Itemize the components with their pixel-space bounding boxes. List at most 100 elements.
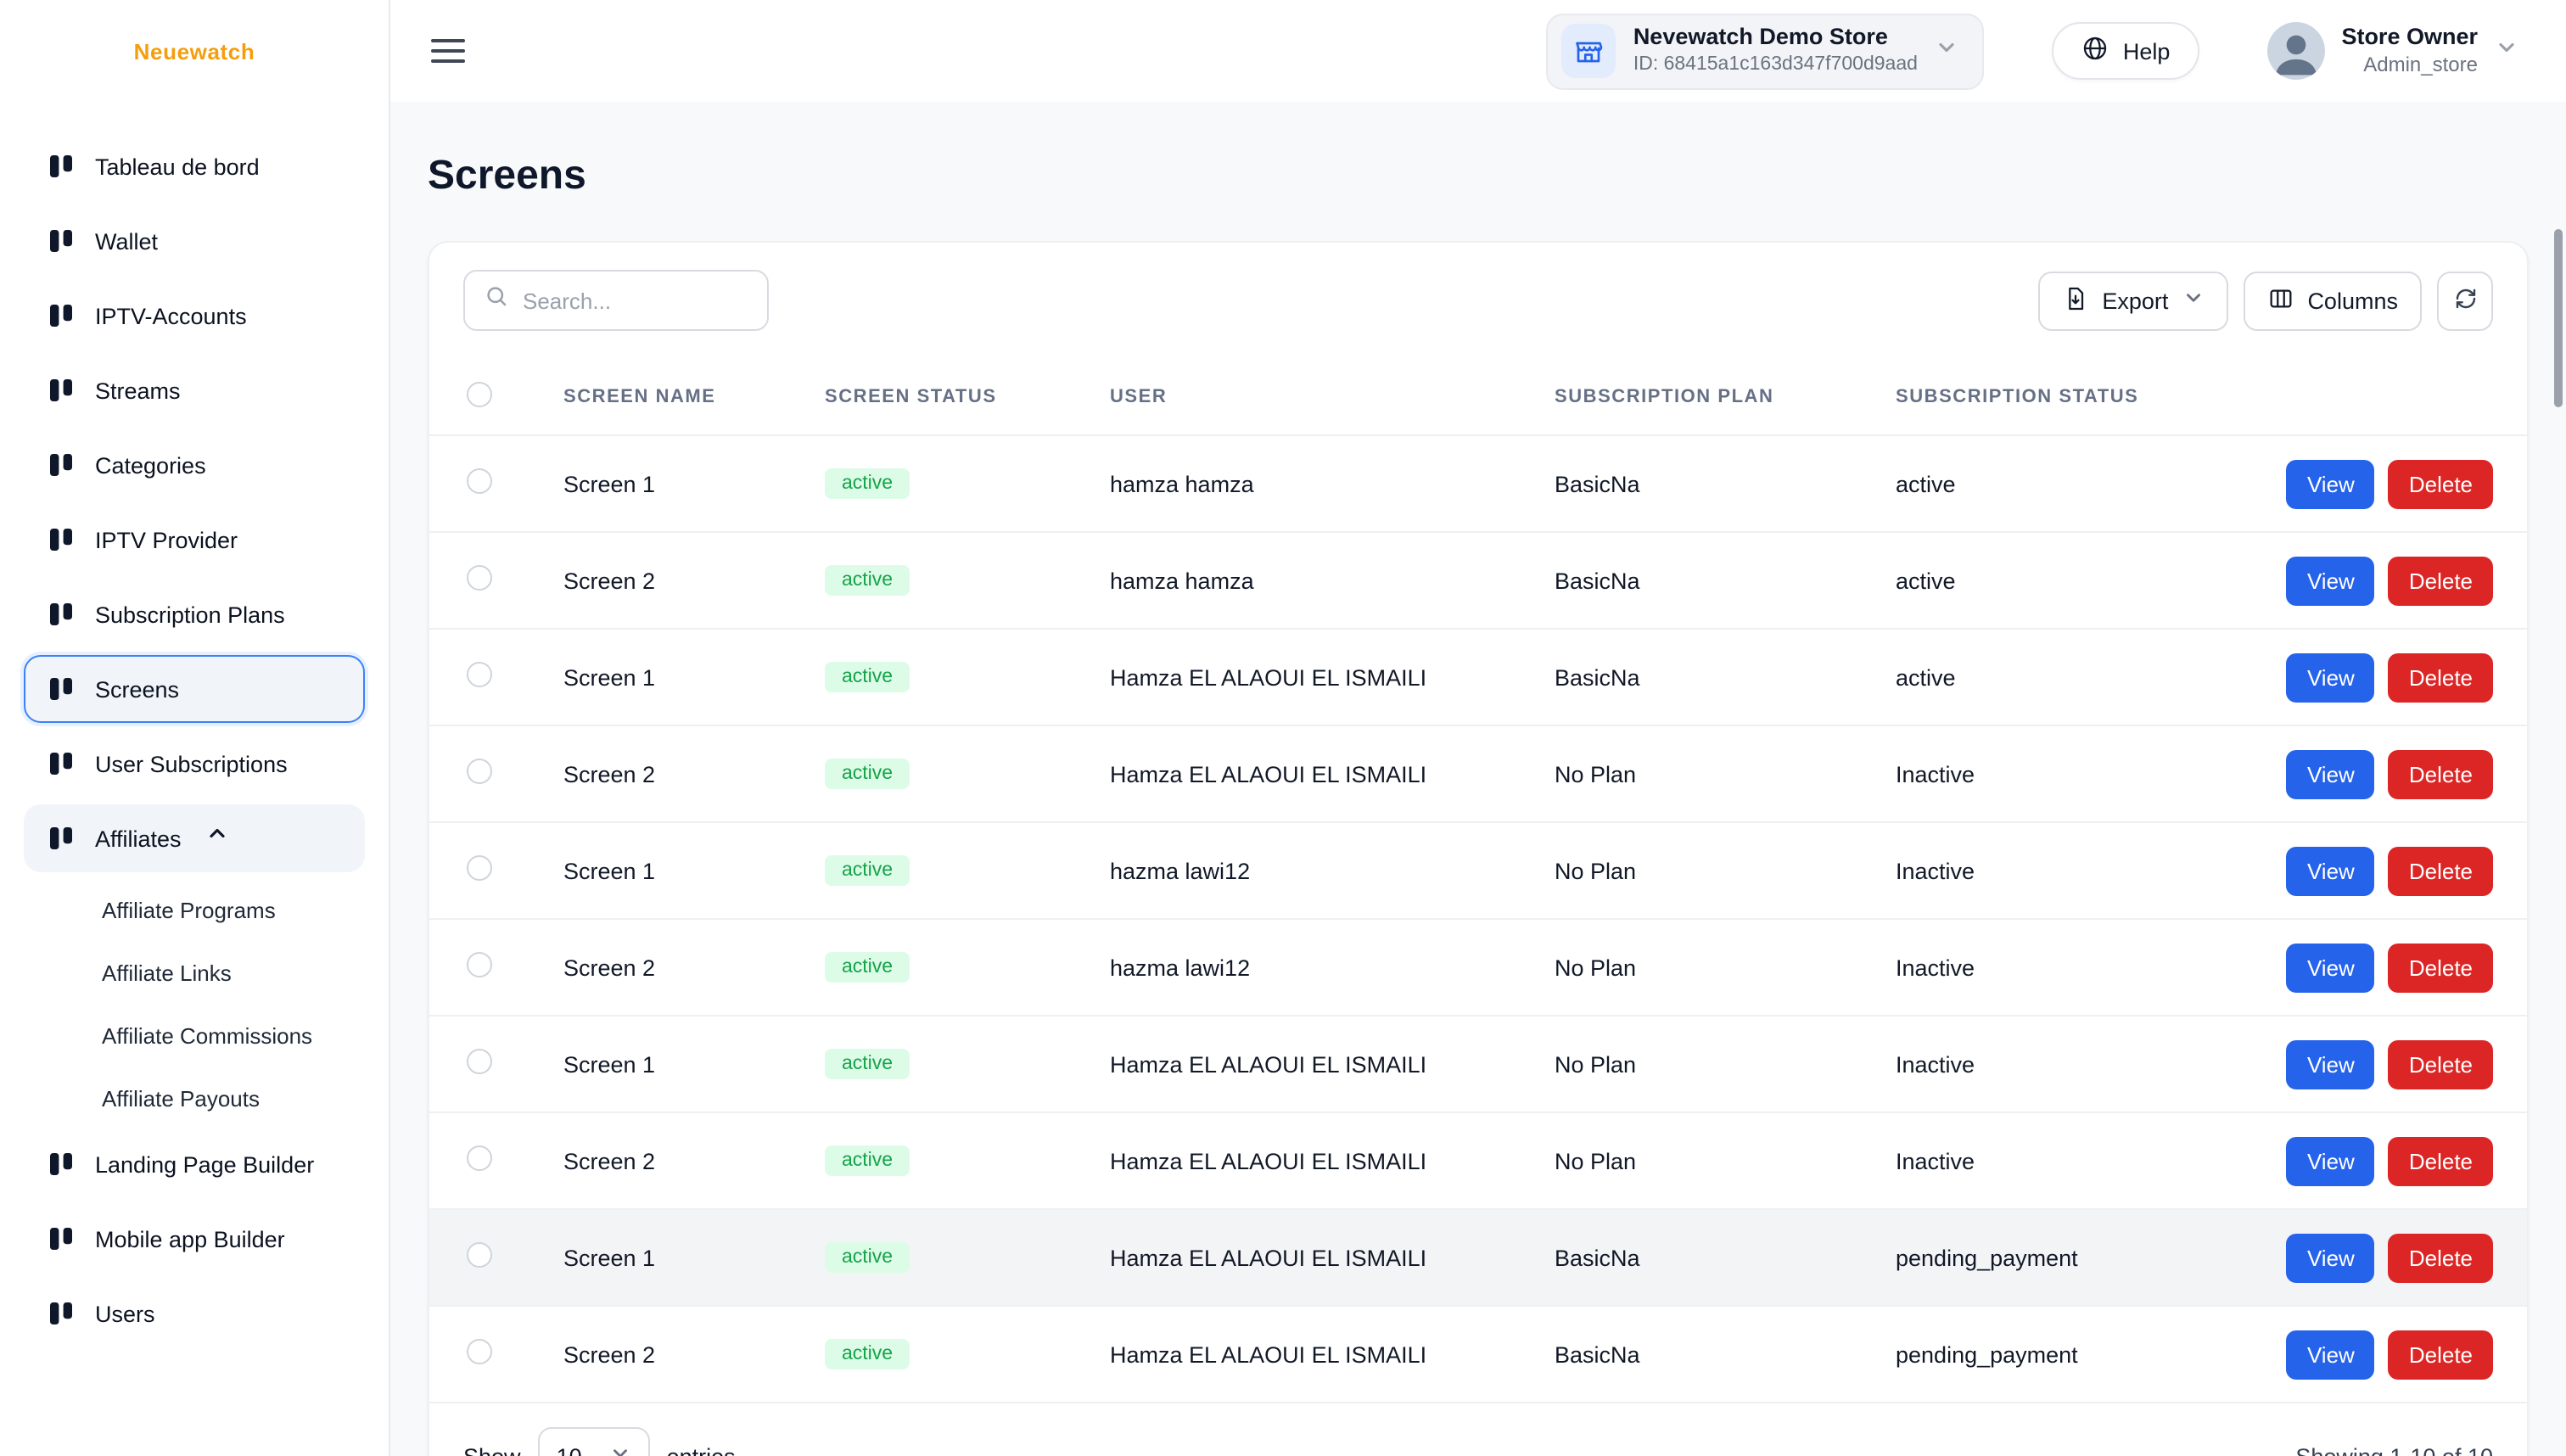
plan-cell: No Plan <box>1555 1051 1896 1077</box>
table-toolbar: Export Columns <box>429 243 2527 358</box>
show-label: Show <box>463 1443 521 1456</box>
columns-icon <box>2266 284 2294 316</box>
grid-icon <box>48 302 75 329</box>
view-button[interactable]: View <box>2287 652 2375 702</box>
delete-button[interactable]: Delete <box>2389 943 2493 992</box>
row-checkbox[interactable] <box>467 1145 492 1171</box>
user-cell: Hamza EL ALAOUI EL ISMAILI <box>1110 761 1555 787</box>
sidebar-item-screens[interactable]: Screens <box>24 655 365 723</box>
delete-button[interactable]: Delete <box>2389 749 2493 798</box>
table-row: Screen 2 active hamza hamza BasicNa acti… <box>429 533 2527 630</box>
subscription-status-cell: Inactive <box>1896 1148 2287 1173</box>
sidebar-item-categories[interactable]: Categories <box>24 431 365 499</box>
delete-button[interactable]: Delete <box>2389 1136 2493 1185</box>
table-footer: Show 10 entries Showing 1-10 of 10 <box>429 1403 2527 1456</box>
delete-button[interactable]: Delete <box>2389 556 2493 605</box>
sidebar-item-streams[interactable]: Streams <box>24 356 365 424</box>
plan-cell: No Plan <box>1555 858 1896 883</box>
sidebar-item-user-subscriptions[interactable]: User Subscriptions <box>24 730 365 798</box>
view-button[interactable]: View <box>2287 1233 2375 1282</box>
plan-cell: BasicNa <box>1555 1245 1896 1270</box>
row-checkbox[interactable] <box>467 1049 492 1074</box>
screen-status-badge: active <box>825 952 910 983</box>
help-button[interactable]: Help <box>2052 22 2199 80</box>
row-checkbox[interactable] <box>467 468 492 494</box>
sidebar-item-users[interactable]: Users <box>24 1280 365 1347</box>
view-button[interactable]: View <box>2287 1330 2375 1379</box>
subscription-status-cell: active <box>1896 471 2287 496</box>
table-row: Screen 1 active hazma lawi12 No Plan Ina… <box>429 823 2527 920</box>
sidebar-item-landing-page-builder[interactable]: Landing Page Builder <box>24 1130 365 1198</box>
row-checkbox[interactable] <box>467 565 492 591</box>
chevron-down-icon <box>2182 287 2204 314</box>
sidebar-subitem-affiliate-payouts[interactable]: Affiliate Payouts <box>24 1067 365 1128</box>
main-area: Nevewatch Demo Store ID: 68415a1c163d347… <box>390 0 2566 1456</box>
row-checkbox[interactable] <box>467 855 492 881</box>
delete-button[interactable]: Delete <box>2389 846 2493 895</box>
screen-status-badge: active <box>825 759 910 789</box>
user-cell: Hamza EL ALAOUI EL ISMAILI <box>1110 664 1555 690</box>
scrollbar-thumb[interactable] <box>2554 229 2563 407</box>
store-selector[interactable]: Nevewatch Demo Store ID: 68415a1c163d347… <box>1547 13 1984 89</box>
view-button[interactable]: View <box>2287 1039 2375 1089</box>
grid-icon <box>48 1225 75 1252</box>
user-cell: Hamza EL ALAOUI EL ISMAILI <box>1110 1245 1555 1270</box>
view-button[interactable]: View <box>2287 556 2375 605</box>
delete-button[interactable]: Delete <box>2389 1039 2493 1089</box>
sidebar-subitem-affiliate-programs[interactable]: Affiliate Programs <box>24 879 365 940</box>
grid-icon <box>48 601 75 628</box>
delete-button[interactable]: Delete <box>2389 459 2493 508</box>
view-button[interactable]: View <box>2287 846 2375 895</box>
table-row: Screen 1 active Hamza EL ALAOUI EL ISMAI… <box>429 1016 2527 1113</box>
row-checkbox[interactable] <box>467 1242 492 1268</box>
page-content: Screens Expo <box>390 102 2566 1456</box>
sidebar-item-iptv-accounts[interactable]: IPTV-Accounts <box>24 282 365 350</box>
user-cell: Hamza EL ALAOUI EL ISMAILI <box>1110 1051 1555 1077</box>
view-button[interactable]: View <box>2287 1136 2375 1185</box>
user-cell: hazma lawi12 <box>1110 858 1555 883</box>
screen-name-cell: Screen 1 <box>563 858 825 883</box>
sidebar-subitem-affiliate-commissions[interactable]: Affiliate Commissions <box>24 1005 365 1066</box>
sidebar-item-affiliates[interactable]: Affiliates <box>24 804 365 872</box>
top-bar: Nevewatch Demo Store ID: 68415a1c163d347… <box>390 0 2566 102</box>
plan-cell: No Plan <box>1555 955 1896 980</box>
row-checkbox[interactable] <box>467 952 492 977</box>
user-cell: hamza hamza <box>1110 471 1555 496</box>
export-button[interactable]: Export <box>2037 271 2227 330</box>
col-header-screen-name: SCREEN NAME <box>563 386 825 406</box>
delete-button[interactable]: Delete <box>2389 1330 2493 1379</box>
col-header-subscription-plan: SUBSCRIPTION PLAN <box>1555 386 1896 406</box>
sidebar-item-tableau-de-bord[interactable]: Tableau de bord <box>24 132 365 200</box>
profile-menu[interactable]: Store Owner Admin_store <box>2266 22 2518 80</box>
view-button[interactable]: View <box>2287 459 2375 508</box>
columns-button[interactable]: Columns <box>2243 271 2422 330</box>
table-row: Screen 2 active hazma lawi12 No Plan Ina… <box>429 920 2527 1016</box>
page-size-select[interactable]: 10 <box>538 1427 650 1456</box>
subscription-status-cell: active <box>1896 568 2287 593</box>
screen-status-badge: active <box>825 1049 910 1079</box>
sidebar-item-mobile-app-builder[interactable]: Mobile app Builder <box>24 1205 365 1273</box>
sidebar-item-iptv-provider[interactable]: IPTV Provider <box>24 506 365 574</box>
row-checkbox[interactable] <box>467 759 492 784</box>
view-button[interactable]: View <box>2287 943 2375 992</box>
refresh-button[interactable] <box>2437 271 2493 330</box>
delete-button[interactable]: Delete <box>2389 652 2493 702</box>
screen-name-cell: Screen 1 <box>563 664 825 690</box>
row-checkbox[interactable] <box>467 662 492 687</box>
search-input[interactable] <box>523 288 748 313</box>
delete-button[interactable]: Delete <box>2389 1233 2493 1282</box>
table-body: Screen 1 active hamza hamza BasicNa acti… <box>429 436 2527 1403</box>
col-header-screen-status: SCREEN STATUS <box>825 386 1110 406</box>
menu-icon[interactable] <box>431 39 465 63</box>
screen-name-cell: Screen 1 <box>563 471 825 496</box>
sidebar-item-subscription-plans[interactable]: Subscription Plans <box>24 580 365 648</box>
brand-logo: Neuewatch <box>0 0 389 102</box>
view-button[interactable]: View <box>2287 749 2375 798</box>
sidebar-item-wallet[interactable]: Wallet <box>24 207 365 275</box>
sidebar-subitem-affiliate-links[interactable]: Affiliate Links <box>24 942 365 1003</box>
storefront-icon <box>1562 24 1616 78</box>
results-summary: Showing 1-10 of 10 <box>2295 1443 2493 1456</box>
avatar <box>2266 22 2324 80</box>
select-all-checkbox[interactable] <box>467 381 492 406</box>
row-checkbox[interactable] <box>467 1339 492 1364</box>
